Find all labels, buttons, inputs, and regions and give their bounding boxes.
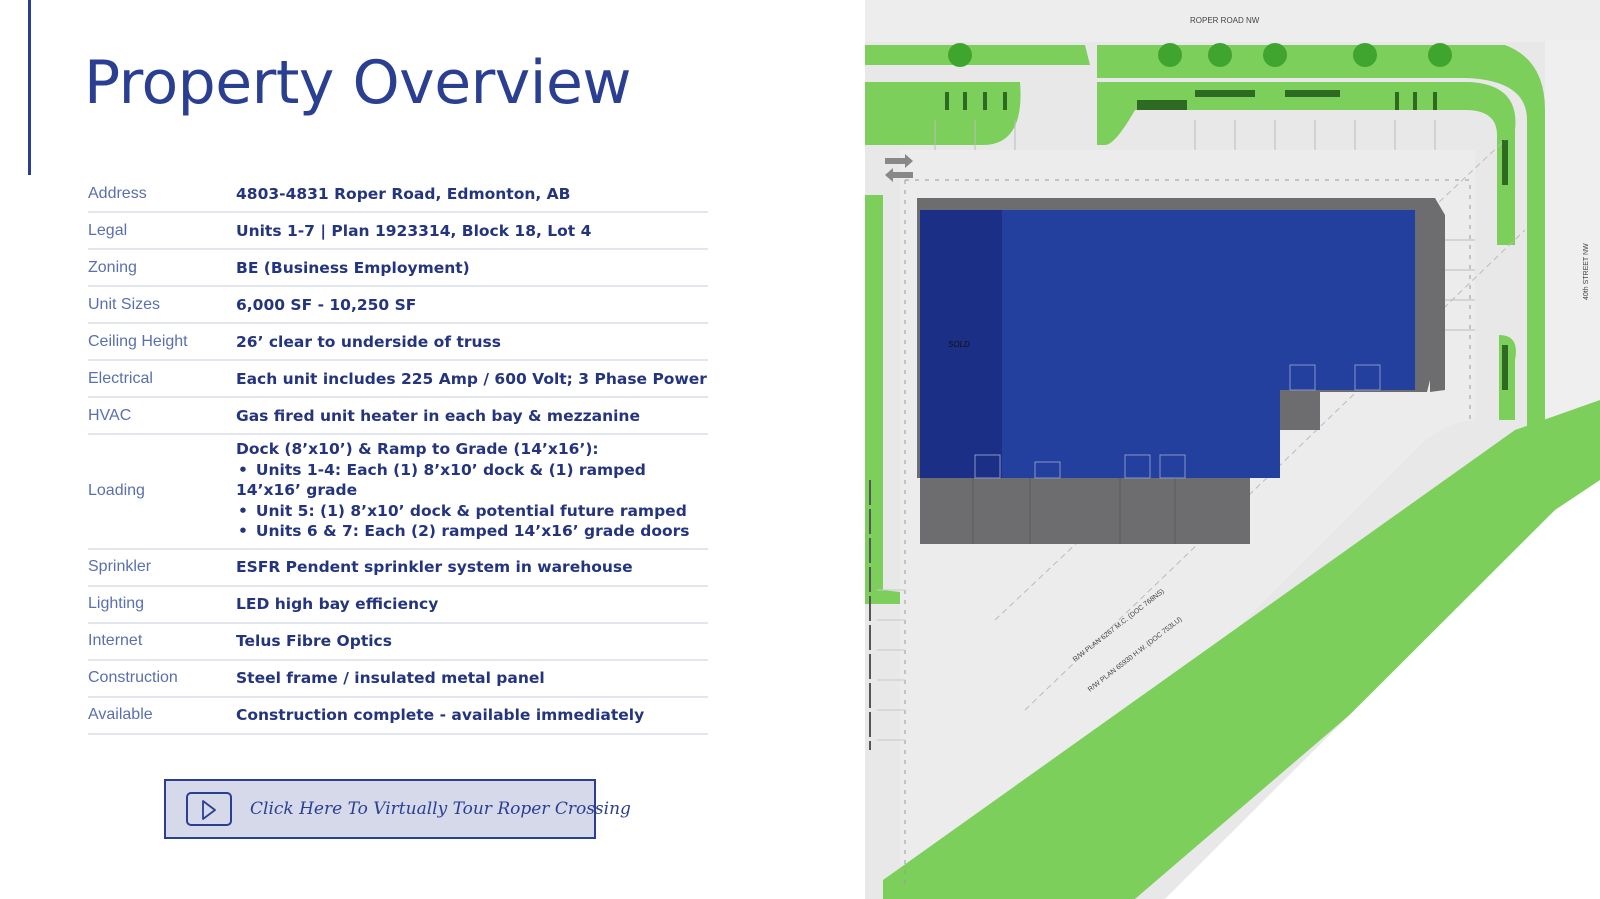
spec-value: Units 1-7 | Plan 1923314, Block 18, Lot … [236,212,708,250]
spec-value: Gas fired unit heater in each bay & mezz… [236,397,708,435]
spec-value: Construction complete - available immedi… [236,696,708,735]
spec-value: Steel frame / insulated metal panel [236,659,708,698]
spec-row-zoning: Zoning BE (Business Employment) [88,249,708,287]
spec-value: 26’ clear to underside of truss [236,323,708,361]
spec-label: Ceiling Height [88,323,236,361]
list-item: Unit 5: (1) 8’x10’ dock & potential futu… [236,501,708,522]
street-label-side: 40th STREET NW [1583,243,1590,300]
spec-row-hvac: HVAC Gas fired unit heater in each bay & … [88,397,708,435]
spec-label: Construction [88,659,236,698]
spec-row-sprinkler: Sprinkler ESFR Pendent sprinkler system i… [88,548,708,587]
spec-label: Lighting [88,585,236,624]
site-plan: ROPER ROAD NW 40th STREET NW R/W PLAN 62… [865,0,1600,899]
spec-row-available: Available Construction complete - availab… [88,696,708,735]
spec-table: Address 4803-4831 Roper Road, Edmonton, A… [88,176,708,735]
spec-value: 4803-4831 Roper Road, Edmonton, AB [236,176,708,213]
spec-value: BE (Business Employment) [236,249,708,287]
spec-value: 6,000 SF - 10,250 SF [236,286,708,324]
accent-bar [28,0,31,175]
list-item: Units 6 & 7: Each (2) ramped 14’x16’ gra… [236,521,708,542]
list-item: Units 1-4: Each (1) 8’x10’ dock & (1) ra… [236,460,708,501]
spec-label: Sprinkler [88,548,236,587]
play-icon [186,792,232,826]
spec-row-legal: Legal Units 1-7 | Plan 1923314, Block 18,… [88,212,708,250]
spec-label: Address [88,176,236,213]
road-label-top: ROPER ROAD NW [1190,16,1260,25]
spec-label: Internet [88,622,236,661]
spec-label: HVAC [88,397,236,435]
loading-list: Units 1-4: Each (1) 8’x10’ dock & (1) ra… [236,460,708,542]
loading-heading: Dock (8’x10’) & Ramp to Grade (14’x16’): [236,440,599,458]
spec-label: Zoning [88,249,236,287]
virtual-tour-button[interactable]: Click Here To Virtually Tour Roper Cross… [164,779,631,839]
spec-label: Unit Sizes [88,286,236,324]
spec-row-electrical: Electrical Each unit includes 225 Amp / 6… [88,360,708,398]
spec-row-construction: Construction Steel frame / insulated meta… [88,659,708,698]
spec-value: LED high bay efficiency [236,585,708,624]
spec-value: Telus Fibre Optics [236,622,708,661]
spec-label: Loading [88,434,236,550]
spec-label: Electrical [88,360,236,398]
virtual-tour-label: Click Here To Virtually Tour Roper Cross… [250,799,631,819]
spec-row-ceiling-height: Ceiling Height 26’ clear to underside of … [88,323,708,361]
spec-row-lighting: Lighting LED high bay efficiency [88,585,708,624]
spec-label: Legal [88,212,236,250]
loading-details: Dock (8’x10’) & Ramp to Grade (14’x16’):… [236,434,708,550]
spec-value: ESFR Pendent sprinkler system in warehou… [236,548,708,587]
spec-label: Available [88,696,236,735]
spec-row-unit-sizes: Unit Sizes 6,000 SF - 10,250 SF [88,286,708,324]
sold-label: SOLD [948,340,970,349]
page-title: Property Overview [84,48,631,118]
spec-row-address: Address 4803-4831 Roper Road, Edmonton, A… [88,176,708,213]
spec-value: Each unit includes 225 Amp / 600 Volt; 3… [236,360,708,398]
spec-row-loading: Loading Dock (8’x10’) & Ramp to Grade (1… [88,434,708,550]
spec-row-internet: Internet Telus Fibre Optics [88,622,708,661]
